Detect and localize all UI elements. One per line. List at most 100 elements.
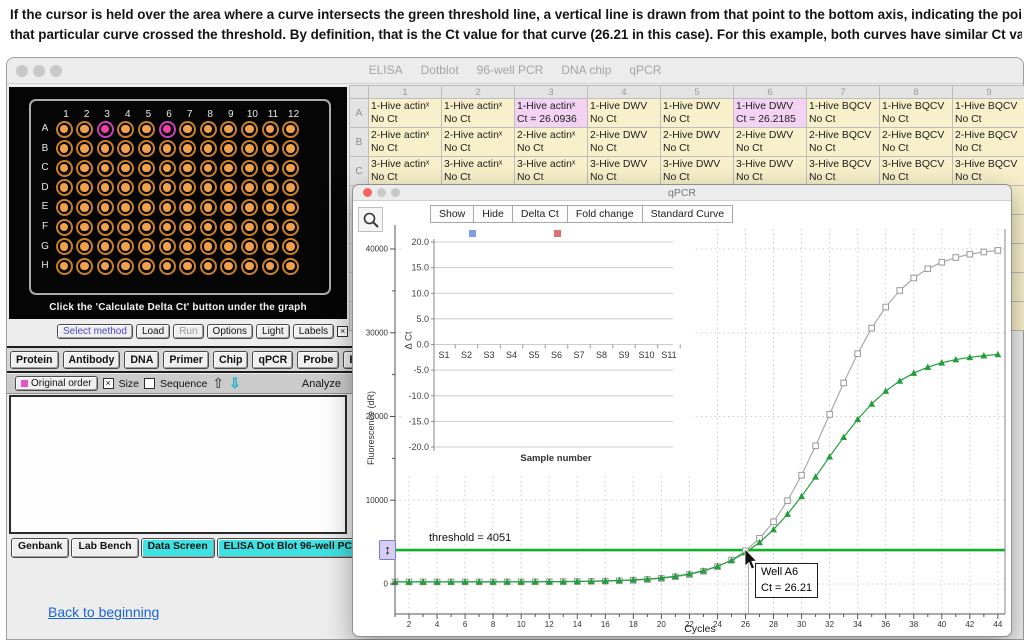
load-button[interactable]: Load bbox=[136, 324, 170, 339]
bottom-tab[interactable]: ELISA Dot Blot 96-well PCR Chip qPCR bbox=[217, 538, 353, 558]
light-button[interactable]: Light bbox=[256, 324, 290, 339]
dna-button[interactable]: DNA bbox=[124, 351, 159, 369]
plate-well-H11[interactable] bbox=[262, 258, 279, 275]
plate-well-A1[interactable] bbox=[56, 121, 73, 138]
table-cell[interactable]: 2-Hive actinˣNo Ct bbox=[369, 128, 442, 157]
plate-well-C8[interactable] bbox=[200, 160, 217, 177]
plate-well-H6[interactable] bbox=[159, 258, 176, 275]
plate-well-G5[interactable] bbox=[138, 238, 155, 255]
standard-curve-button[interactable]: Standard Curve bbox=[642, 205, 734, 223]
plate-well-H2[interactable] bbox=[76, 258, 93, 275]
plate-well-H10[interactable] bbox=[241, 258, 258, 275]
chip-button[interactable]: Chip bbox=[213, 351, 249, 369]
analyze-label[interactable]: Analyze bbox=[302, 378, 341, 390]
plate-well-H12[interactable] bbox=[282, 258, 299, 275]
plate-well-G3[interactable] bbox=[97, 238, 114, 255]
load-checkbox[interactable]: × bbox=[337, 326, 348, 337]
table-cell[interactable]: 1-Hive actinˣCt = 26.0936 bbox=[515, 99, 588, 128]
title-menu-item[interactable]: DNA chip bbox=[561, 63, 611, 77]
plate-well-F11[interactable] bbox=[262, 219, 279, 236]
plate-well-C3[interactable] bbox=[97, 160, 114, 177]
plate-well-F12[interactable] bbox=[282, 219, 299, 236]
plate-well-E5[interactable] bbox=[138, 199, 155, 216]
plate-well-F8[interactable] bbox=[200, 219, 217, 236]
plate-well-A3[interactable] bbox=[97, 121, 114, 138]
fold-change-button[interactable]: Fold change bbox=[567, 205, 643, 223]
plate-well-A6[interactable] bbox=[159, 121, 176, 138]
plate-well-A11[interactable] bbox=[262, 121, 279, 138]
title-menu-item[interactable]: Dotblot bbox=[421, 63, 459, 77]
plate-well-C4[interactable] bbox=[117, 160, 134, 177]
sequence-checkbox[interactable] bbox=[144, 378, 155, 389]
plate-well-F3[interactable] bbox=[97, 219, 114, 236]
table-cell[interactable]: 2-Hive BQCVNo Ct bbox=[953, 128, 1024, 157]
plate-well-F10[interactable] bbox=[241, 219, 258, 236]
probe-button[interactable]: Probe bbox=[297, 351, 339, 369]
plate-well-B6[interactable] bbox=[159, 140, 176, 157]
plate-well-E11[interactable] bbox=[262, 199, 279, 216]
table-cell[interactable]: 2-Hive DWVNo Ct bbox=[661, 128, 734, 157]
table-cell[interactable]: 3-Hive DWVNo Ct bbox=[588, 157, 661, 186]
plate-well-G6[interactable] bbox=[159, 238, 176, 255]
plate-well-C5[interactable] bbox=[138, 160, 155, 177]
plate-well-C2[interactable] bbox=[76, 160, 93, 177]
table-cell[interactable]: 3-Hive BQCVNo Ct bbox=[953, 157, 1024, 186]
plate-well-C1[interactable] bbox=[56, 160, 73, 177]
plate-well-B5[interactable] bbox=[138, 140, 155, 157]
plate-well-B10[interactable] bbox=[241, 140, 258, 157]
table-cell[interactable]: 3-Hive actinˣNo Ct bbox=[442, 157, 515, 186]
plate-well-A7[interactable] bbox=[179, 121, 196, 138]
labels-button[interactable]: Labels bbox=[293, 324, 334, 339]
table-cell[interactable]: 2-Hive actinˣNo Ct bbox=[442, 128, 515, 157]
plate-well-F5[interactable] bbox=[138, 219, 155, 236]
plate-well-F6[interactable] bbox=[159, 219, 176, 236]
plate-well-E2[interactable] bbox=[76, 199, 93, 216]
plate-well-A8[interactable] bbox=[200, 121, 217, 138]
delta-ct-button[interactable]: Delta Ct bbox=[512, 205, 568, 223]
plate-well-D8[interactable] bbox=[200, 179, 217, 196]
table-cell[interactable]: 3-Hive BQCVNo Ct bbox=[807, 157, 880, 186]
table-cell[interactable]: 1-Hive BQCVNo Ct bbox=[953, 99, 1024, 128]
show-button[interactable]: Show bbox=[430, 205, 474, 223]
plate-well-E10[interactable] bbox=[241, 199, 258, 216]
plate-well-E7[interactable] bbox=[179, 199, 196, 216]
plate-well-A5[interactable] bbox=[138, 121, 155, 138]
table-cell[interactable]: 2-Hive BQCVNo Ct bbox=[807, 128, 880, 157]
plate-well-A9[interactable] bbox=[220, 121, 237, 138]
plate-well-F9[interactable] bbox=[220, 219, 237, 236]
primer-button[interactable]: Primer bbox=[163, 351, 209, 369]
table-cell[interactable]: 2-Hive actinˣNo Ct bbox=[515, 128, 588, 157]
plate-well-G10[interactable] bbox=[241, 238, 258, 255]
antibody-button[interactable]: Antibody bbox=[63, 351, 121, 369]
plate-well-A12[interactable] bbox=[282, 121, 299, 138]
plate-well-H1[interactable] bbox=[56, 258, 73, 275]
qpcr-button[interactable]: qPCR bbox=[252, 351, 293, 369]
plate-well-G11[interactable] bbox=[262, 238, 279, 255]
select-method-button[interactable]: Select method bbox=[57, 324, 133, 339]
table-cell[interactable]: 1-Hive actinˣNo Ct bbox=[442, 99, 515, 128]
title-menu-item[interactable]: qPCR bbox=[629, 63, 661, 77]
table-cell[interactable]: 2-Hive BQCVNo Ct bbox=[880, 128, 953, 157]
table-cell[interactable]: 1-Hive DWVNo Ct bbox=[588, 99, 661, 128]
plate-well-A4[interactable] bbox=[117, 121, 134, 138]
table-cell[interactable]: 3-Hive actinˣNo Ct bbox=[369, 157, 442, 186]
plate-well-C11[interactable] bbox=[262, 160, 279, 177]
table-cell[interactable]: 3-Hive actinˣNo Ct bbox=[515, 157, 588, 186]
table-cell[interactable]: 3-Hive BQCVNo Ct bbox=[880, 157, 953, 186]
plate-well-E12[interactable] bbox=[282, 199, 299, 216]
table-cell[interactable]: 3-Hive DWVNo Ct bbox=[734, 157, 807, 186]
plate-well-H3[interactable] bbox=[97, 258, 114, 275]
plate-well-H5[interactable] bbox=[138, 258, 155, 275]
plate-well-C12[interactable] bbox=[282, 160, 299, 177]
protein-button[interactable]: Protein bbox=[10, 351, 59, 369]
table-cell[interactable]: 1-Hive DWVCt = 26.2185 bbox=[734, 99, 807, 128]
plate-well-F7[interactable] bbox=[179, 219, 196, 236]
sort-up-icon[interactable]: ⇧ bbox=[212, 375, 224, 392]
plate-well-F1[interactable] bbox=[56, 219, 73, 236]
plate-well-B11[interactable] bbox=[262, 140, 279, 157]
plate-well-E3[interactable] bbox=[97, 199, 114, 216]
title-menu-item[interactable]: 96-well PCR bbox=[477, 63, 544, 77]
plate-well-D1[interactable] bbox=[56, 179, 73, 196]
plate-well-B8[interactable] bbox=[200, 140, 217, 157]
plate-well-C6[interactable] bbox=[159, 160, 176, 177]
